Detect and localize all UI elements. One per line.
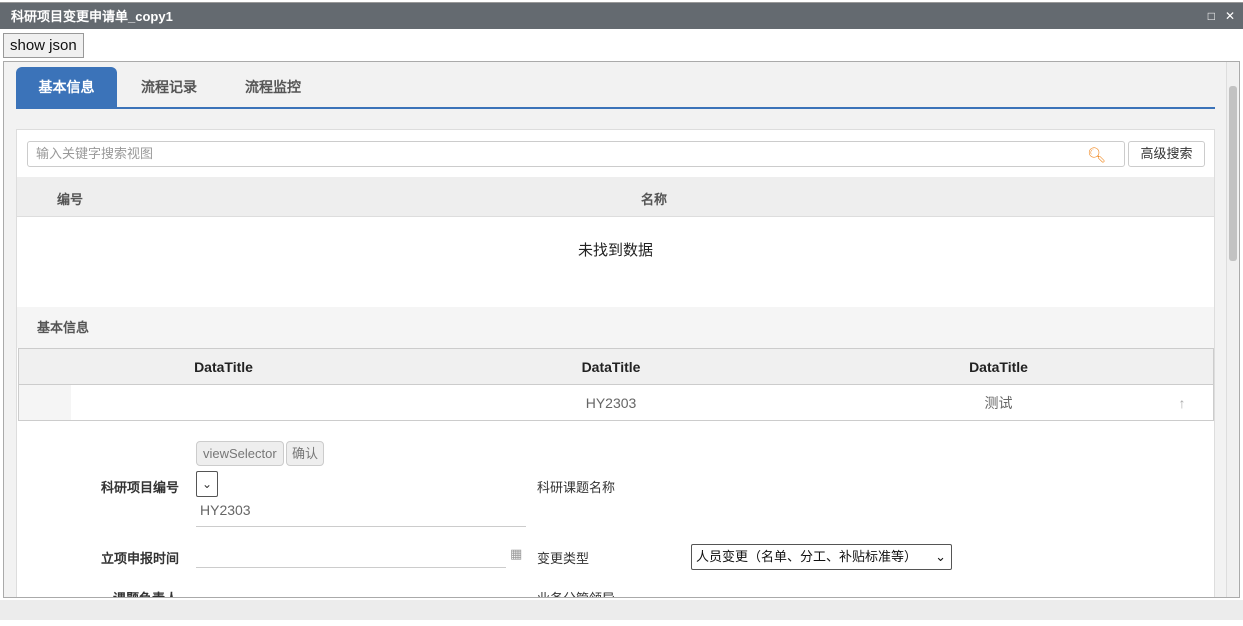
search-placeholder: 输入关键字搜索视图 [36,146,154,161]
tab-process-monitor[interactable]: 流程监控 [221,67,325,107]
status-bar [0,600,1243,620]
show-json-button[interactable]: show json [3,33,84,58]
grid-cell [71,385,376,420]
section-title: 基本信息 [17,307,1214,348]
calendar-icon[interactable]: ▦ [510,546,522,562]
grid-header[interactable]: DataTitle [71,349,376,384]
window-titlebar: 科研项目变更申请单_copy1 □ ✕ [0,2,1243,29]
column-header-number[interactable]: 编号 [57,189,83,208]
tab-bar: 基本信息 流程记录 流程监控 [16,67,1215,109]
report-time-input[interactable] [196,544,506,568]
scrollbar[interactable] [1226,62,1238,597]
divider [196,526,526,527]
column-header-name[interactable]: 名称 [641,189,667,208]
change-type-label: 变更类型 [537,551,590,566]
view-selector-button[interactable]: viewSelector [196,441,284,466]
project-number-label: 科研项目编号 [101,480,180,495]
table-row[interactable]: HY2303 测试 ↑ [19,385,1213,420]
empty-message: 未找到数据 [577,242,653,259]
project-number-value: HY2303 [200,502,251,518]
content-frame: 基本信息 流程记录 流程监控 输入关键字搜索视图 🔍︎ 高级搜索 编号 名称 未找… [3,61,1240,598]
topic-name-label: 科研课题名称 [537,480,616,495]
grid-cell: HY2303 [585,395,637,411]
report-time-label: 立项申报时间 [101,551,180,566]
tab-basic-info[interactable]: 基本信息 [16,67,117,107]
maximize-icon[interactable]: □ [1208,3,1215,30]
confirm-button[interactable]: 确认 [286,441,325,466]
grid-cell: 测试 [984,395,1013,411]
data-grid: DataTitle DataTitle DataTitle HY2303 测试 … [18,348,1214,421]
leader-label: 课题负责人 [113,588,178,597]
change-type-value: 人员变更（名单、分工、补贴标准等） [696,549,918,564]
grid-header[interactable]: DataTitle [846,349,1151,384]
chevron-down-icon: ⌄ [935,549,946,564]
change-type-select[interactable]: 人员变更（名单、分工、补贴标准等） ⌄ [691,544,952,570]
search-icon[interactable]: 🔍︎ [1087,144,1106,168]
advanced-search-button[interactable]: 高级搜索 [1128,141,1205,167]
search-input[interactable]: 输入关键字搜索视图 🔍︎ [27,141,1125,167]
table-header: 编号 名称 [17,177,1214,217]
sort-icon[interactable]: ↑ [1151,385,1213,420]
close-icon[interactable]: ✕ [1225,3,1235,30]
manager-label: 业务分管领导 [537,588,615,597]
scrollbar-thumb[interactable] [1229,86,1237,261]
project-number-dropdown[interactable]: ⌄ [196,471,218,497]
grid-header[interactable]: DataTitle [376,349,846,384]
tab-process-record[interactable]: 流程记录 [117,67,221,107]
window-title: 科研项目变更申请单_copy1 [11,9,173,24]
main-panel: 输入关键字搜索视图 🔍︎ 高级搜索 编号 名称 未找到数据 基本信息 DataTi… [16,129,1215,597]
